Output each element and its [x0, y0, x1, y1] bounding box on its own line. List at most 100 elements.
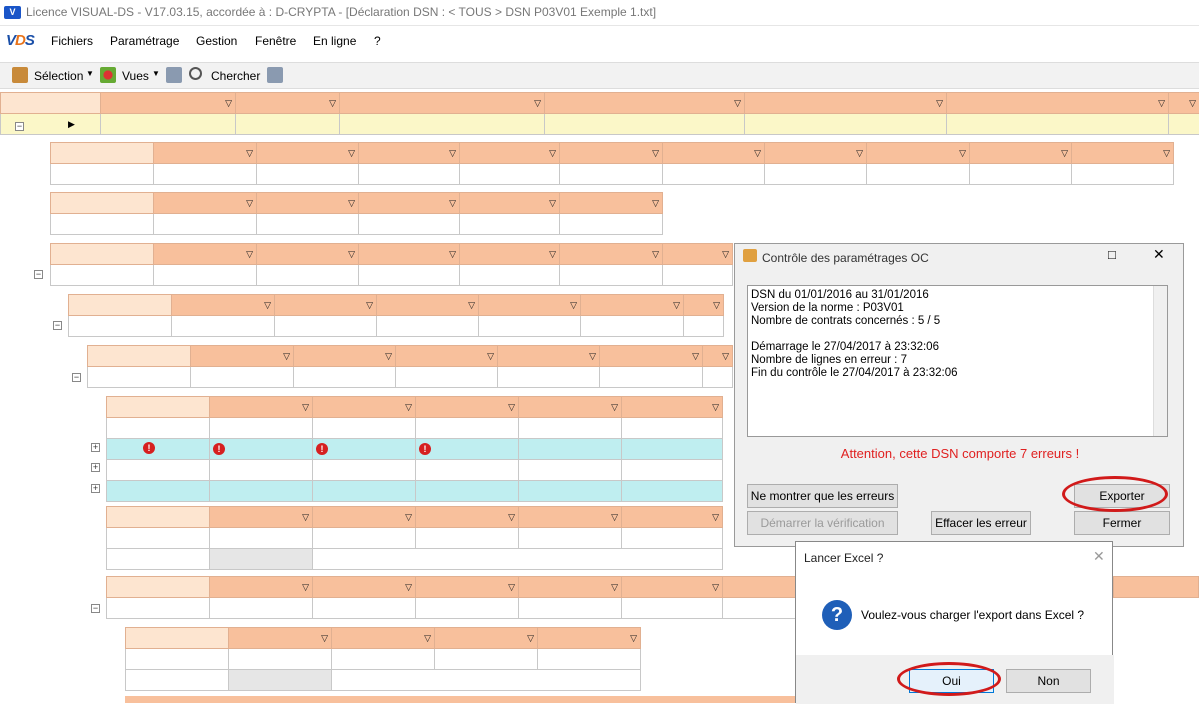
- filter-icon[interactable]: ▽: [264, 300, 271, 311]
- column-header[interactable]: ▽: [460, 143, 560, 164]
- column-header[interactable]: ▽: [560, 143, 663, 164]
- column-header[interactable]: ▽: [257, 193, 359, 214]
- column-header[interactable]: ▽: [416, 397, 519, 418]
- column-header[interactable]: ▽: [765, 143, 867, 164]
- column-header[interactable]: ▽: [545, 93, 745, 114]
- column-header[interactable]: ▽: [745, 93, 947, 114]
- column-header[interactable]: ▽: [538, 628, 641, 649]
- table-cell[interactable]: [275, 316, 377, 337]
- filter-icon[interactable]: ▽: [673, 300, 680, 311]
- menu-help[interactable]: ?: [374, 34, 381, 48]
- table-cell[interactable]: [229, 649, 332, 670]
- table-cell[interactable]: [560, 214, 663, 235]
- table-cell[interactable]: [460, 164, 560, 185]
- block-id[interactable]: [51, 244, 154, 265]
- column-header[interactable]: ▽: [359, 244, 460, 265]
- table-cell[interactable]: [416, 460, 519, 481]
- column-header[interactable]: ▽: [416, 507, 519, 528]
- table-row[interactable]: [51, 214, 663, 235]
- filter-icon[interactable]: ▽: [449, 198, 456, 209]
- filter-icon[interactable]: ▽: [405, 402, 412, 413]
- table-cell[interactable]: [745, 114, 947, 135]
- column-header[interactable]: ▽: [498, 346, 600, 367]
- block-id[interactable]: [88, 346, 191, 367]
- menu-fichiers[interactable]: Fichiers: [51, 34, 93, 48]
- filter-icon[interactable]: ▽: [722, 249, 729, 260]
- non-button[interactable]: Non: [1006, 669, 1091, 693]
- column-header[interactable]: ▽: [684, 295, 724, 316]
- table-cell[interactable]: [396, 367, 498, 388]
- table-cell[interactable]: [460, 214, 560, 235]
- collapse-icon[interactable]: −: [72, 373, 81, 382]
- table-cell[interactable]: [765, 164, 867, 185]
- start-verification-button[interactable]: Démarrer la vérification: [747, 511, 898, 535]
- chevron-down-icon[interactable]: ▼: [152, 69, 160, 78]
- column-header[interactable]: ▽: [416, 577, 519, 598]
- filter-icon[interactable]: ▽: [302, 512, 309, 523]
- table-cell[interactable]: [210, 528, 313, 549]
- filter-icon[interactable]: ▽: [424, 633, 431, 644]
- vues-button[interactable]: Vues: [122, 69, 149, 83]
- column-header[interactable]: ▽: [359, 143, 460, 164]
- column-header[interactable]: ▽: [236, 93, 340, 114]
- filter-icon[interactable]: ▽: [449, 148, 456, 159]
- table-cell[interactable]: [545, 114, 745, 135]
- filter-icon[interactable]: ▽: [734, 98, 741, 109]
- print-icon[interactable]: [267, 67, 283, 83]
- log-scrollbar[interactable]: [1153, 286, 1167, 436]
- filter-icon[interactable]: ▽: [534, 98, 541, 109]
- filter-icon[interactable]: ▽: [329, 98, 336, 109]
- filter-icon[interactable]: ▽: [611, 512, 618, 523]
- collapse-icon[interactable]: −: [34, 270, 43, 279]
- table-cell[interactable]: [154, 214, 257, 235]
- table-cell[interactable]: [101, 114, 236, 135]
- table-cell[interactable]: [479, 316, 581, 337]
- column-header[interactable]: ▽: [947, 93, 1169, 114]
- column-header[interactable]: ▽: [622, 507, 723, 528]
- column-header[interactable]: ▽: [313, 397, 416, 418]
- table-row[interactable]: !!!: [107, 439, 723, 460]
- table-cell[interactable]: [257, 265, 359, 286]
- filter-icon[interactable]: ▽: [508, 402, 515, 413]
- table-cell[interactable]: [1072, 164, 1174, 185]
- table-row[interactable]: [69, 316, 724, 337]
- column-header[interactable]: ▽: [560, 193, 663, 214]
- filter-icon[interactable]: ▽: [246, 249, 253, 260]
- column-header[interactable]: ▽: [663, 143, 765, 164]
- column-header[interactable]: ▽: [435, 628, 538, 649]
- filter-icon[interactable]: ▽: [468, 300, 475, 311]
- block-id[interactable]: [126, 628, 229, 649]
- table-row[interactable]: [107, 528, 723, 549]
- filter-icon[interactable]: ▽: [589, 351, 596, 362]
- chercher-button[interactable]: Chercher: [211, 69, 260, 83]
- table-cell[interactable]: [519, 598, 622, 619]
- collapse-icon[interactable]: −: [53, 321, 62, 330]
- table-cell[interactable]: [416, 598, 519, 619]
- table-cell[interactable]: [154, 265, 257, 286]
- table-cell[interactable]: [332, 649, 435, 670]
- table-cell[interactable]: [340, 114, 545, 135]
- column-header[interactable]: ▽: [154, 193, 257, 214]
- table-cell[interactable]: [1169, 114, 1199, 135]
- table-cell[interactable]: [210, 481, 313, 502]
- filter-icon[interactable]: ▽: [652, 249, 659, 260]
- column-header[interactable]: ▽: [560, 244, 663, 265]
- filter-icon[interactable]: ▽: [348, 148, 355, 159]
- filter-icon[interactable]: ▽: [302, 402, 309, 413]
- table-cell[interactable]: [498, 367, 600, 388]
- table-cell[interactable]: [867, 164, 970, 185]
- filter-icon[interactable]: ▽: [713, 300, 720, 311]
- filter-icon[interactable]: ▽: [754, 148, 761, 159]
- table-cell[interactable]: [600, 367, 703, 388]
- table-cell[interactable]: [519, 528, 622, 549]
- filter-icon[interactable]: ▽: [225, 98, 232, 109]
- column-header[interactable]: ▽: [460, 244, 560, 265]
- column-header[interactable]: ▽: [313, 507, 416, 528]
- block-id[interactable]: [51, 143, 154, 164]
- filter-icon[interactable]: ▽: [549, 198, 556, 209]
- filter-icon[interactable]: ▽: [321, 633, 328, 644]
- menu-gestion[interactable]: Gestion: [196, 34, 237, 48]
- expand-icon[interactable]: +: [91, 443, 100, 452]
- expand-icon[interactable]: +: [91, 463, 100, 472]
- maximize-icon[interactable]: □: [1108, 247, 1116, 262]
